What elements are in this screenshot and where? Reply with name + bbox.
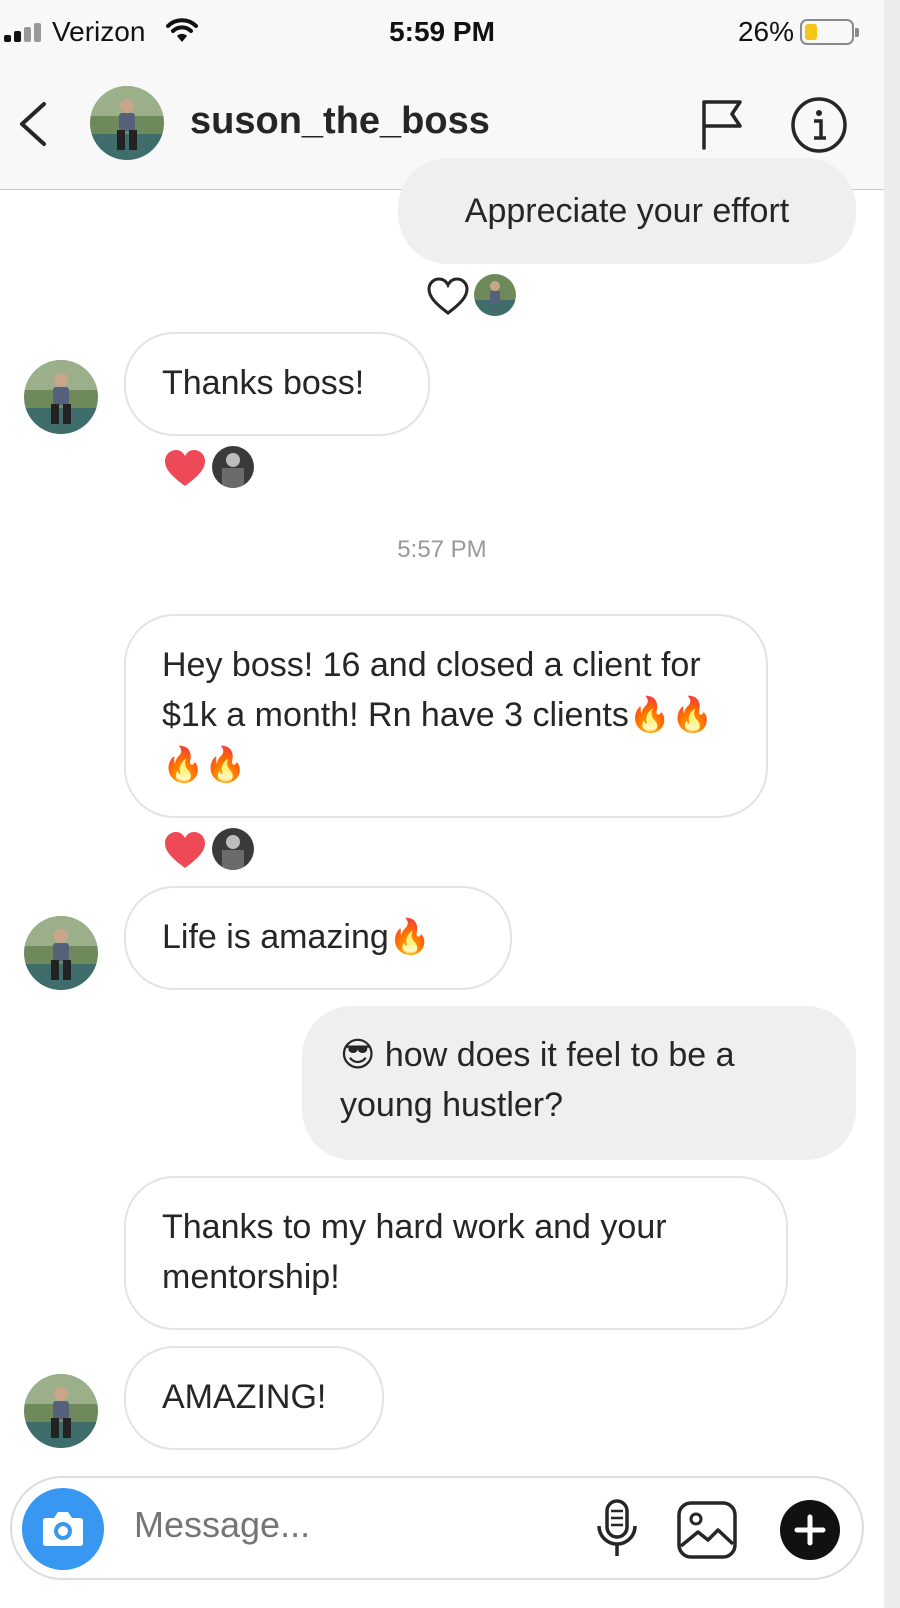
sender-avatar[interactable]: [24, 1374, 98, 1448]
received-message[interactable]: AMAZING!: [124, 1346, 384, 1450]
received-message[interactable]: Hey boss! 16 and closed a client for $1k…: [124, 614, 768, 818]
sent-message[interactable]: 😎 how does it feel to be a young hustler…: [302, 1006, 856, 1160]
chat-screen: Verizon 5:59 PM 26% suson_the_boss Appre…: [0, 0, 884, 1608]
info-icon[interactable]: [790, 96, 848, 154]
reactor-avatar: [212, 828, 254, 870]
sender-avatar[interactable]: [24, 916, 98, 990]
flag-icon[interactable]: [700, 98, 744, 150]
message-timestamp: 5:57 PM: [397, 536, 487, 563]
camera-icon: [43, 1512, 83, 1546]
microphone-icon[interactable]: [594, 1498, 640, 1560]
chat-username[interactable]: suson_the_boss: [190, 100, 490, 143]
heart-filled-icon: [165, 450, 205, 486]
heart-outline-icon: [427, 277, 469, 315]
message-input[interactable]: [134, 1504, 564, 1546]
received-message[interactable]: Life is amazing🔥: [124, 886, 512, 990]
chevron-left-icon[interactable]: [14, 96, 54, 152]
message-text: Thanks to my hard work and your mentorsh…: [162, 1208, 667, 1296]
plus-icon: [794, 1514, 826, 1546]
message-text: Thanks boss!: [162, 364, 365, 402]
message-text: AMAZING!: [162, 1378, 327, 1416]
header-avatar[interactable]: [90, 86, 164, 160]
battery-icon: [800, 19, 859, 45]
reactor-avatar: [212, 446, 254, 488]
sent-message[interactable]: Appreciate your effort: [398, 158, 856, 264]
message-text: Life is amazing🔥: [162, 918, 432, 956]
heart-filled-icon: [165, 832, 205, 868]
battery-percent: 26%: [737, 16, 794, 47]
message-composer: [10, 1476, 864, 1580]
sender-avatar[interactable]: [24, 360, 98, 434]
received-message[interactable]: Thanks to my hard work and your mentorsh…: [124, 1176, 788, 1330]
screen-edge: [884, 0, 900, 1608]
plus-button[interactable]: [780, 1500, 840, 1560]
battery-level: [805, 24, 817, 40]
received-message[interactable]: Thanks boss!: [124, 332, 430, 436]
status-bar: Verizon 5:59 PM 26%: [0, 0, 884, 62]
gallery-icon[interactable]: [676, 1500, 738, 1560]
reactor-avatar: [474, 274, 516, 316]
message-text: Appreciate your effort: [464, 192, 790, 230]
camera-button[interactable]: [22, 1488, 104, 1570]
message-text: 😎 how does it feel to be a young hustler…: [340, 1036, 735, 1124]
message-text: Hey boss! 16 and closed a client for $1k…: [162, 646, 714, 784]
